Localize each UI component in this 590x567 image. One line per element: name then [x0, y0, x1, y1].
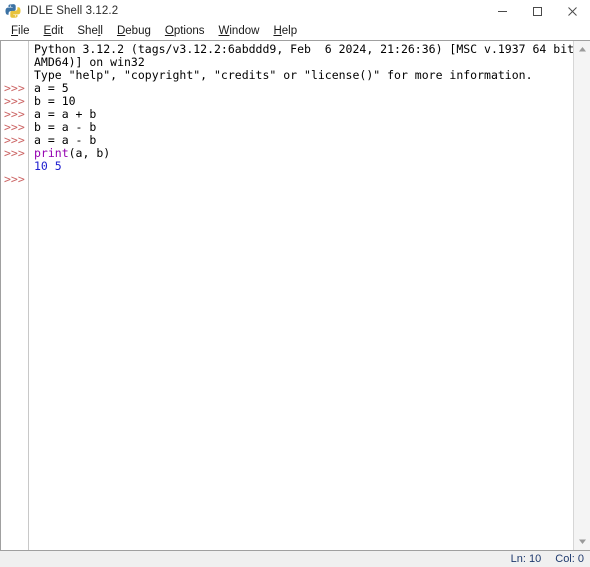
menu-file[interactable]: File: [4, 23, 37, 40]
console-line: >>> print(a, b): [1, 147, 573, 160]
python-logo-icon: [5, 3, 21, 19]
code-token-plain: Type "help", "copyright", "credits" or "…: [34, 68, 533, 82]
console-line-text: 10 5: [28, 160, 62, 173]
code-token-output: 10 5: [34, 159, 62, 173]
menu-edit[interactable]: Edit: [37, 23, 71, 40]
window-title: IDLE Shell 3.12.2: [27, 5, 119, 17]
maximize-icon[interactable]: [520, 0, 555, 22]
menu-debug[interactable]: Debug: [110, 23, 158, 40]
code-token-builtin: print: [34, 146, 69, 160]
status-line-number: Ln: 10: [510, 553, 542, 565]
menu-window[interactable]: Window: [212, 23, 267, 40]
console-line: Type "help", "copyright", "credits" or "…: [1, 69, 573, 82]
code-token-plain: AMD64)] on win32: [34, 55, 145, 69]
console-line: >>>: [1, 173, 573, 186]
scrollbar-track[interactable]: [573, 58, 590, 533]
menu-shell[interactable]: Shell: [70, 23, 110, 40]
console-line-text: Type "help", "copyright", "credits" or "…: [28, 69, 533, 82]
prompt-marker: [1, 56, 28, 69]
menu-options[interactable]: Options: [158, 23, 212, 40]
code-token-plain: a = a + b: [34, 107, 97, 121]
console-line: 10 5: [1, 160, 573, 173]
close-icon[interactable]: [555, 0, 590, 22]
console-line: >>> a = 5: [1, 82, 573, 95]
vertical-scrollbar[interactable]: [573, 41, 590, 550]
status-column-number: Col: 0: [555, 553, 584, 565]
menu-help[interactable]: Help: [266, 23, 304, 40]
menubar: File Edit Shell Debug Options Window Hel…: [0, 23, 590, 40]
titlebar: IDLE Shell 3.12.2: [0, 0, 590, 23]
prompt-marker: >>>: [4, 146, 25, 160]
code-token-plain: a = 5: [34, 81, 69, 95]
statusbar: Ln: 10 Col: 0: [0, 550, 590, 567]
code-token-plain: b = 10: [34, 94, 76, 108]
prompt-marker: [1, 43, 28, 56]
scroll-down-icon[interactable]: [574, 533, 590, 550]
prompt-marker: >>>: [4, 172, 25, 186]
window-controls: [485, 0, 590, 22]
code-token-plain: Python 3.12.2 (tags/v3.12.2:6abddd9, Feb…: [34, 42, 573, 56]
minimize-icon[interactable]: [485, 0, 520, 22]
prompt-gutter-divider: [28, 41, 29, 550]
code-token-plain: (a, b): [68, 146, 111, 160]
scroll-up-icon[interactable]: [574, 41, 590, 58]
idle-shell-window: IDLE Shell 3.12.2 File Edit Shell Debug …: [0, 0, 590, 567]
shell-text-area[interactable]: Python 3.12.2 (tags/v3.12.2:6abddd9, Feb…: [0, 40, 590, 550]
console-output[interactable]: Python 3.12.2 (tags/v3.12.2:6abddd9, Feb…: [1, 41, 573, 550]
code-token-plain: a = a - b: [34, 133, 97, 147]
code-token-plain: b = a - b: [34, 120, 97, 134]
